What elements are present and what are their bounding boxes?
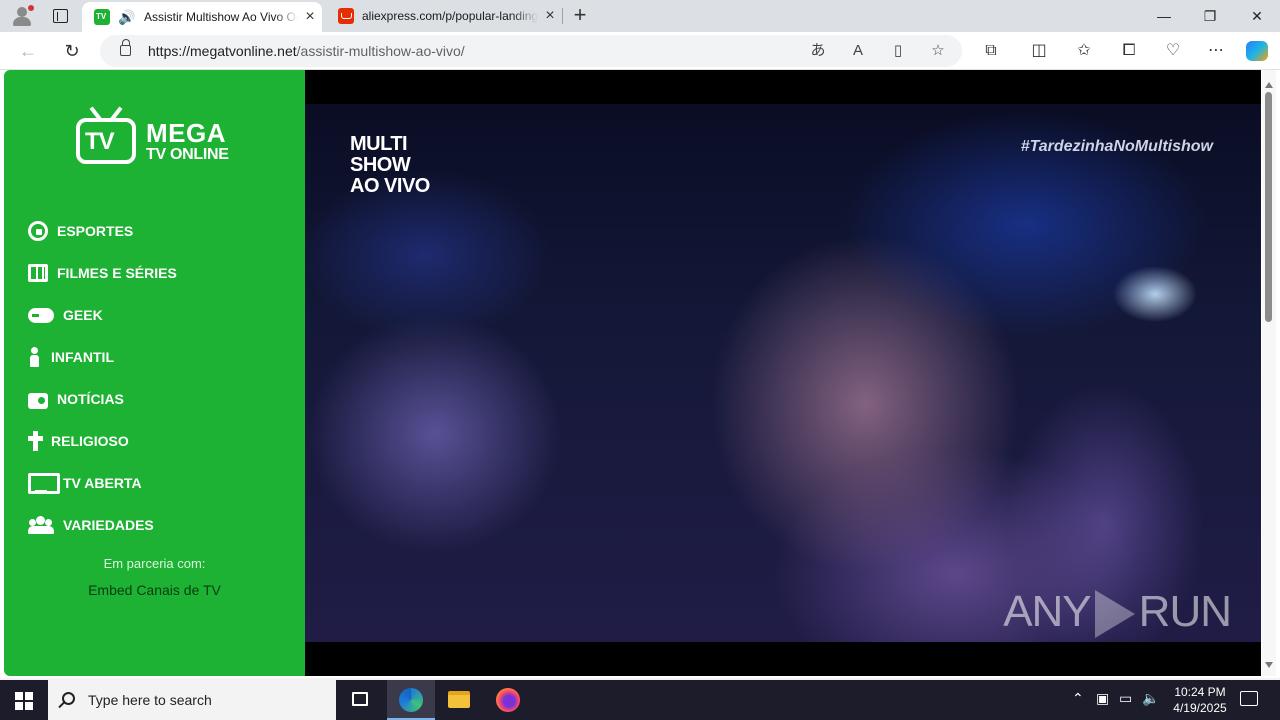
menu-item-infantil[interactable]: INFANTIL (28, 336, 288, 378)
start-button[interactable] (0, 680, 48, 720)
network-icon[interactable]: ▭ (1119, 690, 1132, 707)
new-tab-button[interactable]: + (568, 4, 592, 28)
file-explorer-button[interactable] (435, 680, 483, 720)
firefox-taskbar-button[interactable] (484, 680, 532, 720)
favorites-icon[interactable]: ✩ (1072, 40, 1096, 62)
folder-icon (448, 691, 470, 708)
translate-icon[interactable]: あ (808, 42, 828, 60)
page-viewport: TV MEGA TV ONLINE ESPORTES FILMES E SÉRI… (0, 70, 1280, 678)
radio-icon (28, 393, 48, 409)
site-logo[interactable]: TV MEGA TV ONLINE (76, 106, 236, 170)
video-frame[interactable]: MULTI SHOW AO VIVO #TardezinhaNoMultisho… (305, 104, 1261, 642)
windows-taskbar: Type here to search ⌃ ▣ ▭ 🔈 10:24 PM 4/1… (0, 680, 1280, 720)
megatv-favicon-icon (94, 9, 110, 25)
restore-button[interactable]: ❐ (1187, 0, 1233, 32)
show-hidden-icons[interactable]: ⌃ (1072, 690, 1084, 707)
menu-item-label: ESPORTES (57, 223, 134, 239)
video-player[interactable]: MULTI SHOW AO VIVO #TardezinhaNoMultisho… (305, 70, 1261, 676)
menu-item-esportes[interactable]: ESPORTES (28, 210, 288, 252)
menu-item-noticias[interactable]: NOTÍCIAS (28, 378, 288, 420)
address-bar[interactable]: https://megatvonline.net/assistir-multis… (100, 35, 962, 67)
speaker-icon[interactable]: 🔊 (118, 9, 136, 25)
volume-icon[interactable]: 🔈 (1142, 690, 1159, 707)
soccer-ball-icon (28, 221, 48, 241)
logo-mega-text: MEGA (146, 118, 226, 148)
tab-separator (562, 8, 563, 24)
menu-item-label: GEEK (63, 307, 103, 323)
navigation-bar: ← ↻ https://megatvonline.net/assistir-mu… (0, 32, 1280, 70)
read-aloud-icon[interactable]: A (848, 42, 868, 60)
cross-icon (28, 431, 43, 451)
page-scrollbar[interactable] (1262, 70, 1276, 676)
gamepad-icon (28, 307, 54, 323)
search-icon (62, 692, 75, 705)
notification-icon[interactable] (1240, 691, 1258, 706)
tv-logo-icon: TV (76, 118, 136, 164)
menu-item-variedades[interactable]: VARIEDADES (28, 504, 288, 546)
menu-item-tv-aberta[interactable]: TV ABERTA (28, 462, 288, 504)
category-menu: ESPORTES FILMES E SÉRIES GEEK INFANTIL N… (28, 210, 288, 546)
menu-item-label: FILMES E SÉRIES (57, 265, 177, 281)
menu-item-geek[interactable]: GEEK (28, 294, 288, 336)
menu-item-label: INFANTIL (51, 349, 114, 365)
lock-icon[interactable] (120, 39, 131, 56)
scroll-thumb[interactable] (1265, 92, 1272, 322)
anyrun-watermark: ANY RUN (1003, 587, 1232, 638)
tab-aliexpress[interactable]: aliexpress.com/p/popular-landing × (326, 0, 562, 32)
tab-close-icon[interactable]: × (298, 8, 322, 26)
tv-icon (28, 473, 60, 494)
logo-tvonline-text: TV ONLINE (146, 146, 229, 163)
tab-close-icon[interactable]: × (538, 7, 562, 25)
sidebar: TV MEGA TV ONLINE ESPORTES FILMES E SÉRI… (4, 70, 305, 676)
film-icon (28, 264, 48, 282)
split-screen-icon[interactable]: ◫ (1027, 40, 1051, 62)
search-placeholder: Type here to search (88, 692, 212, 708)
menu-item-label: NOTÍCIAS (57, 391, 124, 407)
extensions-icon[interactable]: ⧉ (979, 40, 1003, 62)
task-view-icon (352, 692, 368, 706)
copilot-icon[interactable] (1246, 41, 1268, 61)
system-clock[interactable]: 10:24 PM 4/19/2025 (1160, 684, 1240, 716)
partner-link[interactable]: Embed Canais de TV (4, 582, 305, 598)
tab-title: aliexpress.com/p/popular-landing (362, 9, 538, 23)
minimize-button[interactable]: — (1141, 0, 1187, 32)
program-hashtag: #TardezinhaNoMultishow (1020, 138, 1213, 155)
close-window-button[interactable]: ✕ (1234, 0, 1280, 32)
edge-taskbar-button[interactable] (387, 680, 435, 720)
scroll-up-icon[interactable] (1265, 82, 1273, 88)
url-text[interactable]: https://megatvonline.net/assistir-multis… (148, 43, 465, 59)
tab-multishow[interactable]: 🔊 Assistir Multishow Ao Vivo Onl × (82, 2, 322, 32)
device-icon[interactable]: ▣ (1096, 690, 1109, 707)
title-bar: 🔊 Assistir Multishow Ao Vivo Onl × aliex… (0, 0, 1280, 32)
child-icon (28, 347, 42, 367)
partner-label: Em parceria com: (103, 556, 206, 571)
back-button[interactable]: ← (14, 38, 42, 64)
menu-item-religioso[interactable]: RELIGIOSO (28, 420, 288, 462)
scroll-down-icon[interactable] (1265, 662, 1273, 668)
users-icon (28, 516, 54, 534)
firefox-icon (496, 688, 520, 712)
edge-icon (399, 688, 423, 712)
more-menu-icon[interactable]: ⋯ (1204, 40, 1228, 62)
menu-item-label: VARIEDADES (63, 517, 154, 533)
refresh-button[interactable]: ↻ (58, 38, 86, 64)
aliexpress-favicon-icon (338, 8, 354, 24)
taskbar-search[interactable]: Type here to search (48, 680, 336, 720)
immersive-reader-icon[interactable]: ▯ (888, 42, 908, 60)
channel-logo: MULTI SHOW AO VIVO (350, 133, 430, 197)
performance-icon[interactable]: ♡ (1161, 40, 1185, 62)
menu-item-filmes-series[interactable]: FILMES E SÉRIES (28, 252, 288, 294)
task-view-button[interactable] (336, 680, 384, 720)
collections-icon[interactable]: ⧠ (1117, 40, 1141, 62)
menu-item-label: TV ABERTA (63, 475, 142, 491)
tab-actions-icon[interactable] (50, 7, 70, 25)
profile-icon[interactable] (10, 5, 34, 27)
favorite-star-icon[interactable]: ☆ (928, 42, 948, 60)
menu-item-label: RELIGIOSO (51, 433, 129, 449)
tab-title: Assistir Multishow Ao Vivo Onl (144, 10, 298, 24)
